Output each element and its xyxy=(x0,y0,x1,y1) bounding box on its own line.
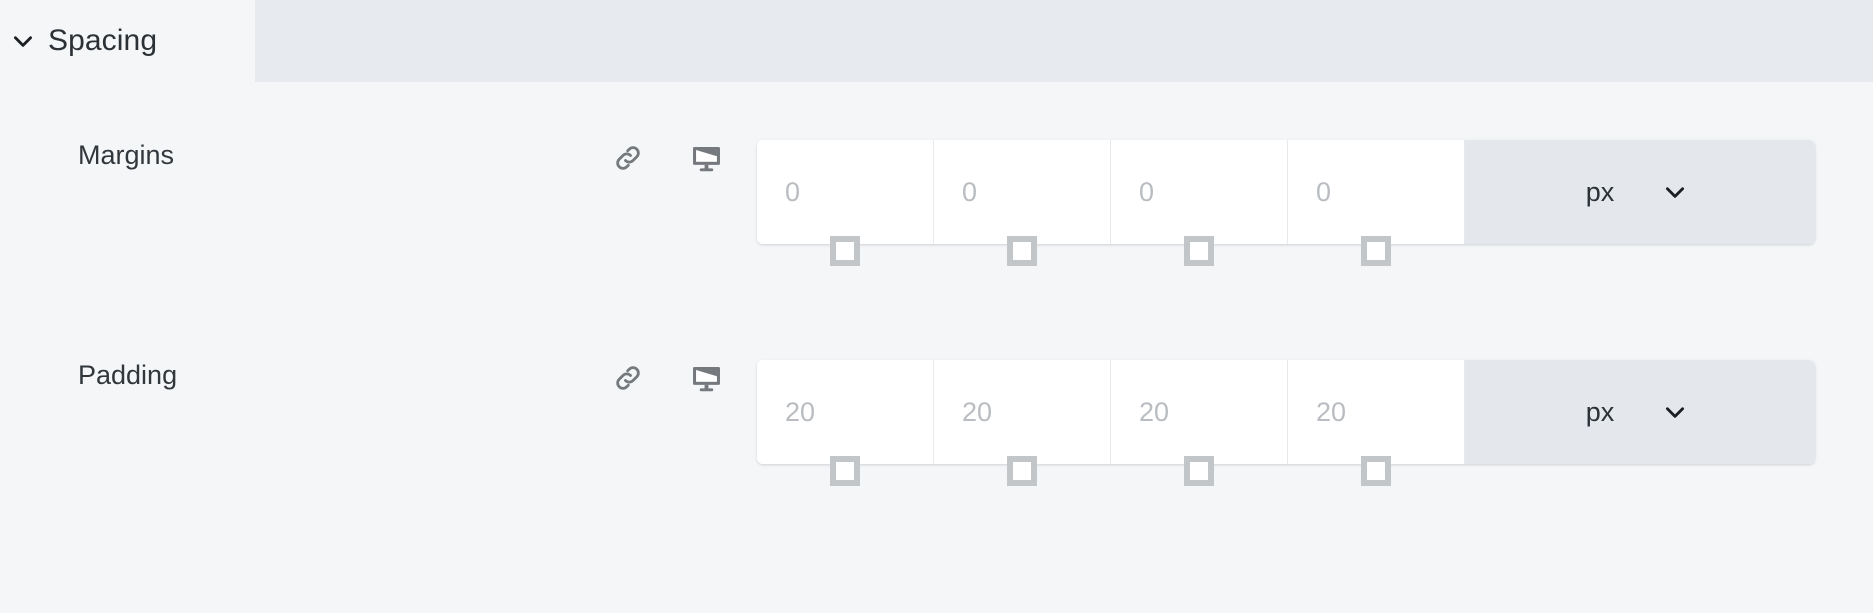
margin-bottom-input[interactable] xyxy=(1111,140,1288,244)
padding-bottom-input[interactable] xyxy=(1111,360,1288,464)
padding-label: Padding xyxy=(78,360,178,390)
desktop-icon[interactable] xyxy=(688,140,724,176)
margin-right-input[interactable] xyxy=(934,140,1111,244)
margins-row-icons xyxy=(610,140,724,176)
margins-unit-select[interactable]: px xyxy=(1465,140,1815,244)
padding-right-input[interactable] xyxy=(934,360,1111,464)
box-left-icon[interactable] xyxy=(1361,456,1391,486)
padding-unit-value: px xyxy=(1585,396,1615,427)
padding-input-group: px xyxy=(757,360,1815,464)
chevron-down-icon[interactable] xyxy=(6,24,40,58)
padding-row-icons xyxy=(610,360,724,396)
chevron-down-icon[interactable] xyxy=(1662,399,1688,425)
box-top-icon[interactable] xyxy=(830,456,860,486)
margins-side-marks xyxy=(757,236,1815,276)
padding-left-input[interactable] xyxy=(1288,360,1465,464)
section-title: Spacing xyxy=(48,24,158,57)
section-header-band xyxy=(255,0,1873,82)
box-right-icon[interactable] xyxy=(1007,236,1037,266)
padding-unit-select[interactable]: px xyxy=(1465,360,1815,464)
spacing-row-margins: Margins px xyxy=(0,118,1873,268)
margin-top-input[interactable] xyxy=(757,140,934,244)
padding-side-marks xyxy=(757,456,1815,496)
section-toggle[interactable]: Spacing xyxy=(0,0,255,82)
section-header: Spacing xyxy=(0,0,1873,82)
margins-input-group: px xyxy=(757,140,1815,244)
link-icon[interactable] xyxy=(610,360,646,396)
padding-top-input[interactable] xyxy=(757,360,934,464)
desktop-icon[interactable] xyxy=(688,360,724,396)
link-icon[interactable] xyxy=(610,140,646,176)
spacing-row-padding: Padding px xyxy=(0,338,1873,488)
box-bottom-icon[interactable] xyxy=(1184,456,1214,486)
box-top-icon[interactable] xyxy=(830,236,860,266)
box-bottom-icon[interactable] xyxy=(1184,236,1214,266)
box-right-icon[interactable] xyxy=(1007,456,1037,486)
margins-label: Margins xyxy=(78,140,175,170)
margins-unit-value: px xyxy=(1585,176,1615,207)
chevron-down-icon[interactable] xyxy=(1662,179,1688,205)
margin-left-input[interactable] xyxy=(1288,140,1465,244)
box-left-icon[interactable] xyxy=(1361,236,1391,266)
